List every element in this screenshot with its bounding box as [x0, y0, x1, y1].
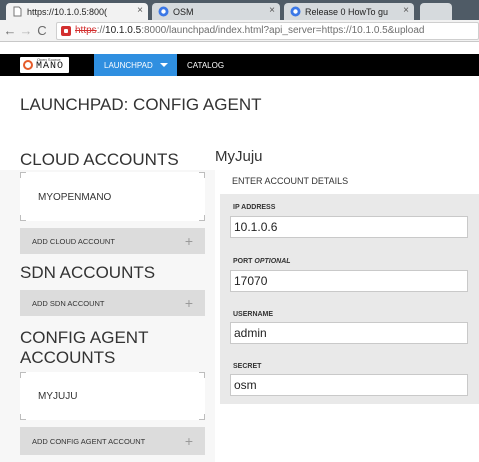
plus-icon: +: [184, 233, 193, 249]
close-icon[interactable]: ×: [403, 5, 409, 16]
username-value: admin: [234, 326, 267, 340]
add-config-agent-account-label: ADD CONFIG AGENT ACCOUNT: [32, 437, 146, 446]
cloud-account-item[interactable]: MYOPENMANO: [20, 172, 205, 221]
page-icon: [13, 6, 22, 17]
url-protocol: https: [75, 25, 97, 36]
username-field[interactable]: admin: [230, 322, 468, 344]
plus-icon: +: [184, 295, 193, 311]
browser-tab-label: https://10.1.0.5:800(: [27, 6, 108, 17]
logo-wordmark: MANO: [36, 61, 65, 72]
app-nav-bar: [0, 54, 479, 76]
account-details-header: ENTER ACCOUNT DETAILS: [220, 167, 479, 194]
config-agent-accounts-title: CONFIG AGENT ACCOUNTS: [20, 328, 148, 368]
cloud-account-name: MYOPENMANO: [38, 192, 112, 203]
port-label-text: PORT: [233, 258, 253, 265]
config-agent-account-name: MYJUJU: [38, 391, 78, 402]
browser-tab-howto[interactable]: Release 0 HowTo gu ×: [284, 3, 414, 20]
browser-address-bar: ← → C https://10.1.0.5:8000/launchpad/in…: [0, 20, 479, 42]
url-input[interactable]: https://10.1.0.5:8000/launchpad/index.ht…: [56, 21, 479, 40]
forward-arrow-icon[interactable]: →: [18, 23, 34, 38]
osm-logo[interactable]: Open Source MANO: [20, 57, 69, 73]
secret-field[interactable]: osm: [230, 374, 468, 396]
nav-catalog-link[interactable]: CATALOG: [187, 54, 224, 76]
add-sdn-account-label: ADD SDN ACCOUNT: [32, 299, 105, 308]
plus-icon: +: [184, 433, 193, 449]
insecure-lock-icon: [61, 25, 71, 36]
secret-value: osm: [234, 378, 257, 392]
url-host: 10.1.0.5: [105, 25, 142, 36]
username-label: USERNAME: [233, 311, 274, 318]
account-name-heading: MyJuju: [215, 148, 263, 165]
url-separator: ://: [96, 25, 106, 36]
browser-tab-launchpad[interactable]: https://10.1.0.5:800( ×: [6, 3, 148, 20]
chrome-icon: [290, 6, 301, 17]
add-cloud-account-label: ADD CLOUD ACCOUNT: [32, 237, 115, 246]
url-path: :8000/launchpad/index.html?api_server=ht…: [141, 25, 425, 36]
close-icon[interactable]: ×: [137, 5, 143, 16]
close-icon[interactable]: ×: [269, 5, 275, 16]
browser-tab-strip: https://10.1.0.5:800( × OSM × Release 0 …: [0, 0, 479, 20]
browser-tab-osm[interactable]: OSM ×: [152, 3, 280, 20]
port-label: PORT OPTIONAL: [233, 258, 291, 265]
page-title: LAUNCHPAD: CONFIG AGENT: [20, 95, 262, 114]
back-arrow-icon[interactable]: ←: [2, 23, 18, 38]
port-value: 17070: [234, 274, 268, 288]
nav-launchpad-dropdown[interactable]: LAUNCHPAD: [94, 54, 177, 76]
nav-launchpad-label: LAUNCHPAD: [104, 60, 153, 70]
port-field[interactable]: 17070: [230, 270, 468, 292]
ip-address-field[interactable]: 10.1.0.6: [230, 216, 468, 238]
config-agent-title-line2: ACCOUNTS: [20, 348, 116, 367]
osm-logo-icon: [23, 60, 33, 70]
cloud-accounts-title: CLOUD ACCOUNTS: [20, 150, 179, 169]
chrome-icon: [158, 6, 169, 17]
reload-icon[interactable]: C: [34, 23, 50, 38]
browser-tab-label: OSM: [173, 6, 194, 17]
config-agent-account-item[interactable]: MYJUJU: [20, 372, 205, 420]
new-tab-button[interactable]: [420, 3, 452, 20]
browser-tab-label: Release 0 HowTo gu: [305, 6, 389, 17]
add-cloud-account-button[interactable]: ADD CLOUD ACCOUNT +: [20, 228, 205, 254]
sdn-accounts-title: SDN ACCOUNTS: [20, 263, 156, 282]
ip-address-value: 10.1.0.6: [234, 220, 278, 234]
secret-label: SECRET: [233, 363, 262, 370]
account-details-header-label: ENTER ACCOUNT DETAILS: [232, 176, 349, 186]
add-sdn-account-button[interactable]: ADD SDN ACCOUNT +: [20, 290, 205, 316]
ip-address-label: IP ADDRESS: [233, 204, 276, 211]
caret-down-icon: [160, 63, 168, 67]
config-agent-title-line1: CONFIG AGENT: [20, 328, 149, 347]
port-optional-label: OPTIONAL: [254, 258, 291, 265]
add-config-agent-account-button[interactable]: ADD CONFIG AGENT ACCOUNT +: [20, 427, 205, 455]
nav-catalog-label: CATALOG: [187, 60, 225, 70]
